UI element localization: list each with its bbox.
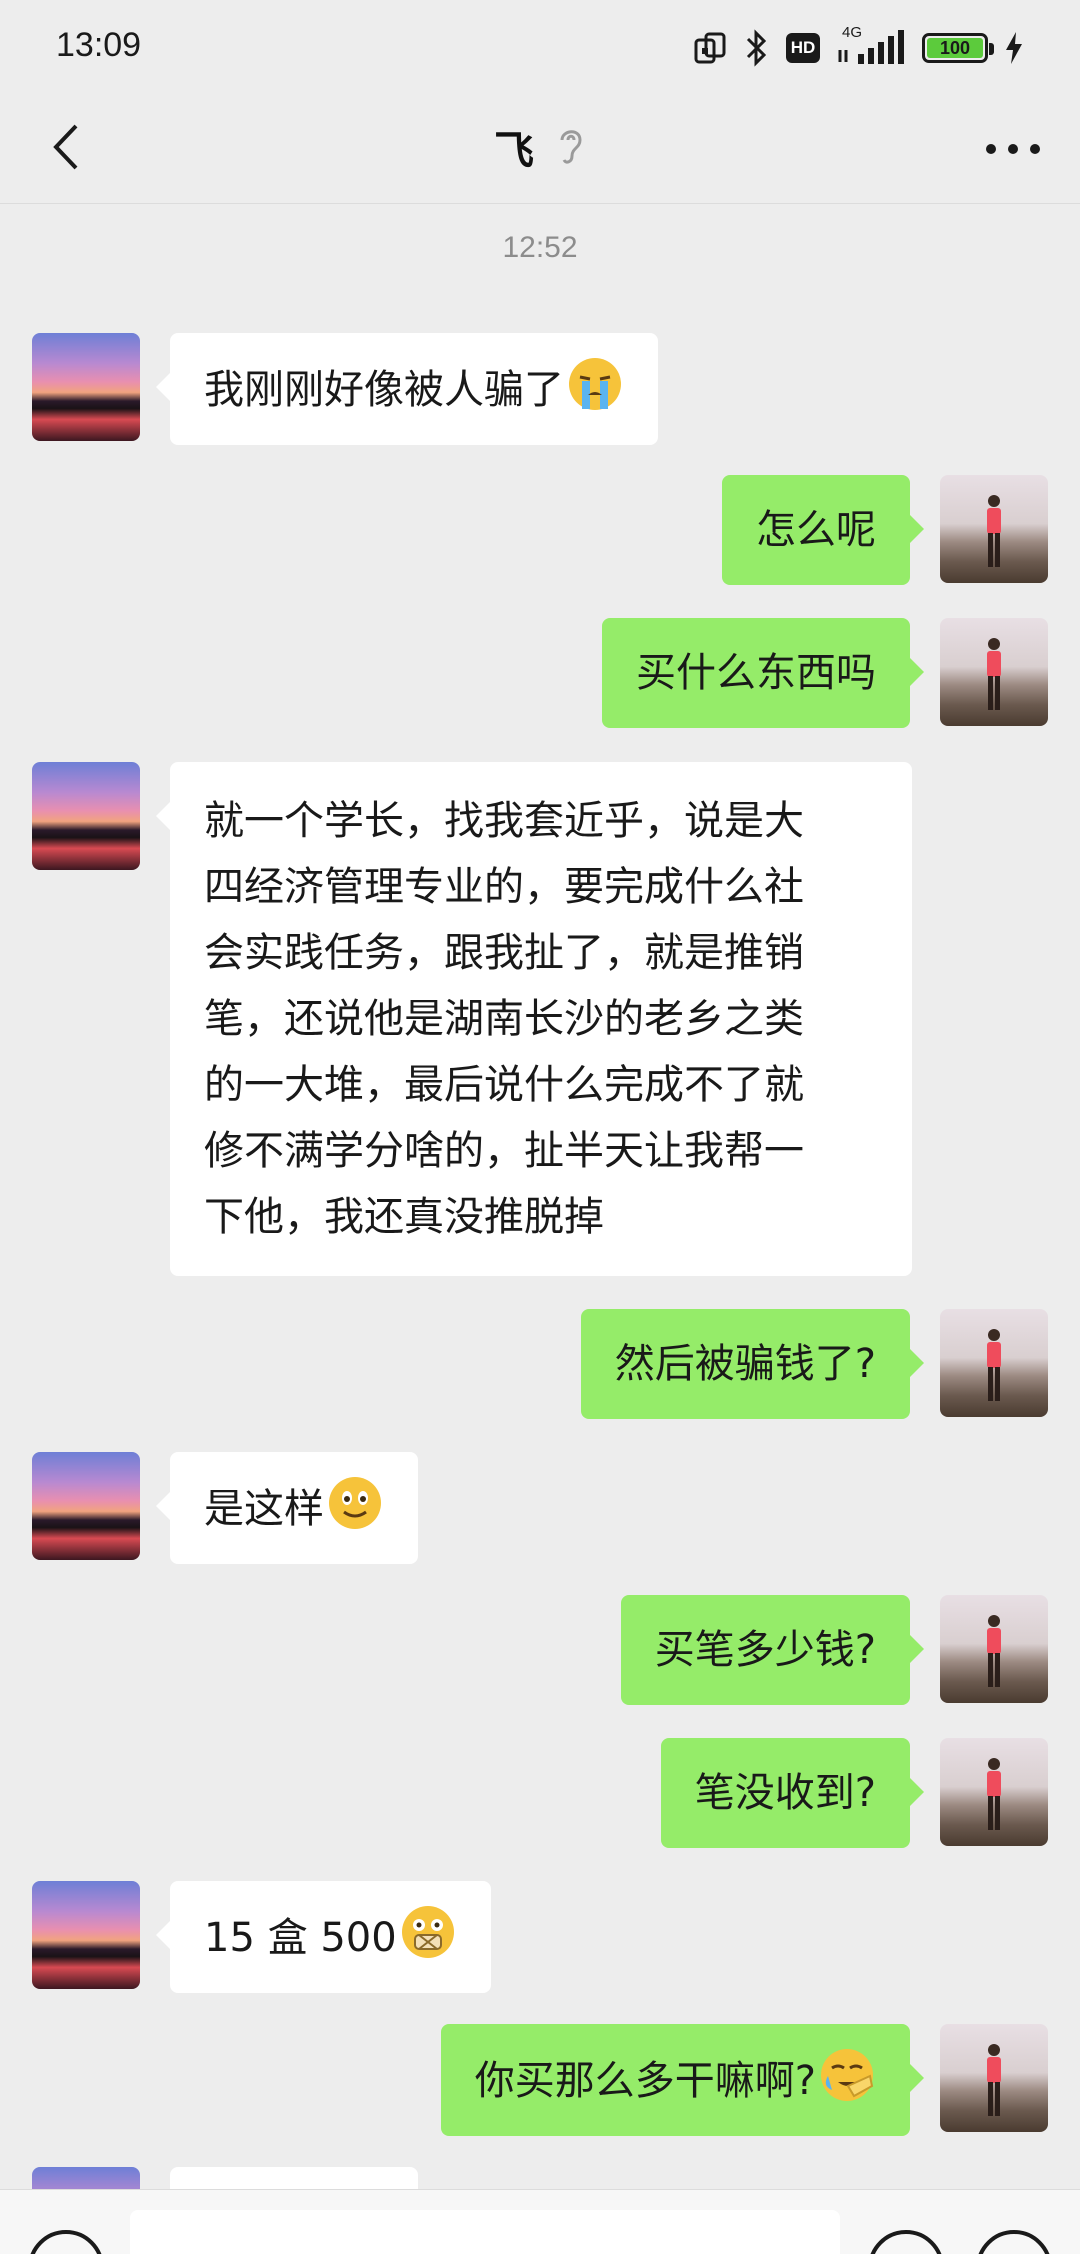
message-bubble[interactable]: 然后被骗钱了? (580, 1309, 925, 1419)
message-line: 修不满学分啥的，扯半天让我帮一 (204, 1128, 804, 1174)
voice-button[interactable] (28, 2230, 104, 2254)
friend-avatar[interactable] (32, 1452, 140, 1560)
message-bubble[interactable]: 笔没收到? (660, 1738, 925, 1848)
message-text: 怎么呢 (756, 507, 876, 553)
input-bar (0, 2189, 1080, 2254)
message-bubble[interactable]: 就一个学长，找我套近乎，说是大 四经济管理专业的，要完成什么社 会实践任务，跟我… (156, 762, 912, 1276)
ear-icon (556, 124, 586, 170)
my-avatar[interactable] (940, 1595, 1048, 1703)
message-text: 然后被骗钱了? (614, 1341, 876, 1387)
smile-emoji-icon (326, 1474, 384, 1532)
message-line: 会实践任务，跟我扯了，就是推销 (204, 930, 804, 976)
message-input[interactable] (130, 2210, 840, 2254)
message-bubble[interactable]: 买笔多少钱? (620, 1595, 925, 1705)
title-group: 飞 (0, 112, 1080, 182)
friend-avatar[interactable] (32, 333, 140, 441)
bluetooth-icon (744, 29, 770, 67)
message-text: 15 盒 500 (204, 1915, 397, 1961)
chat-area[interactable]: 12:52 我刚刚好像被人骗了 怎么呢 买什么东西吗 就一个学长，找我套近乎，说… (0, 205, 1080, 2189)
my-avatar[interactable] (940, 1309, 1048, 1417)
message-text: 买什么东西吗 (636, 650, 876, 696)
facepalm-emoji-icon (818, 2046, 876, 2104)
message-timestamp: 12:52 (502, 231, 578, 264)
my-avatar[interactable] (940, 475, 1048, 583)
message-line: 笔，还说他是湖南长沙的老乡之类 (204, 996, 804, 1042)
more-actions-button[interactable] (976, 2230, 1052, 2254)
friend-avatar[interactable] (32, 762, 140, 870)
message-text: 我刚刚好像被人骗了 (204, 367, 564, 413)
message-bubble[interactable]: 你买那么多干嘛啊? (440, 2024, 925, 2136)
emoji-button[interactable] (868, 2230, 944, 2254)
message-bubble[interactable]: 买什么东西吗 (602, 618, 924, 728)
shocked-emoji-icon (399, 1903, 457, 1961)
status-bar: 13:09 HD 4G 100 (0, 0, 1080, 92)
more-button[interactable] (968, 114, 1058, 184)
my-avatar[interactable] (940, 2024, 1048, 2132)
status-time: 13:09 (56, 26, 142, 64)
message-text: 笔没收到? (694, 1770, 876, 1816)
message-line: 的一大堆，最后说什么完成不了就 (204, 1062, 804, 1108)
my-avatar[interactable] (940, 1738, 1048, 1846)
hd-badge: HD (786, 33, 820, 63)
chat-header: 飞 (0, 92, 1080, 204)
friend-avatar[interactable] (32, 1881, 140, 1989)
message-text: 买笔多少钱? (654, 1627, 876, 1673)
status-icons: HD 4G 100 (692, 24, 1024, 70)
message-bubble[interactable]: 我刚刚好像被人骗了 (156, 333, 658, 445)
chat-title: 飞 (494, 128, 534, 174)
message-bubble[interactable]: 怎么呢 (722, 475, 924, 585)
screen-rotate-icon (692, 30, 728, 66)
signal-icon: 4G (836, 24, 906, 68)
more-dots-icon (985, 140, 1041, 159)
charging-icon (1004, 30, 1024, 66)
message-bubble[interactable]: 15 盒 500 (156, 1881, 491, 1993)
crying-emoji-icon (566, 355, 624, 413)
message-bubble[interactable]: 是这样 (156, 1452, 418, 1564)
message-bubble[interactable] (170, 2167, 418, 2189)
message-line: 就一个学长，找我套近乎，说是大 (204, 798, 804, 844)
battery-icon: 100 (922, 33, 994, 63)
battery-level: 100 (927, 38, 983, 58)
message-line: 下他，我还真没推脱掉 (204, 1194, 604, 1240)
message-text: 你买那么多干嘛啊? (474, 2058, 816, 2104)
my-avatar[interactable] (940, 618, 1048, 726)
friend-avatar[interactable] (32, 2167, 140, 2189)
message-text: 是这样 (204, 1486, 324, 1532)
message-line: 四经济管理专业的，要完成什么社 (204, 864, 804, 910)
